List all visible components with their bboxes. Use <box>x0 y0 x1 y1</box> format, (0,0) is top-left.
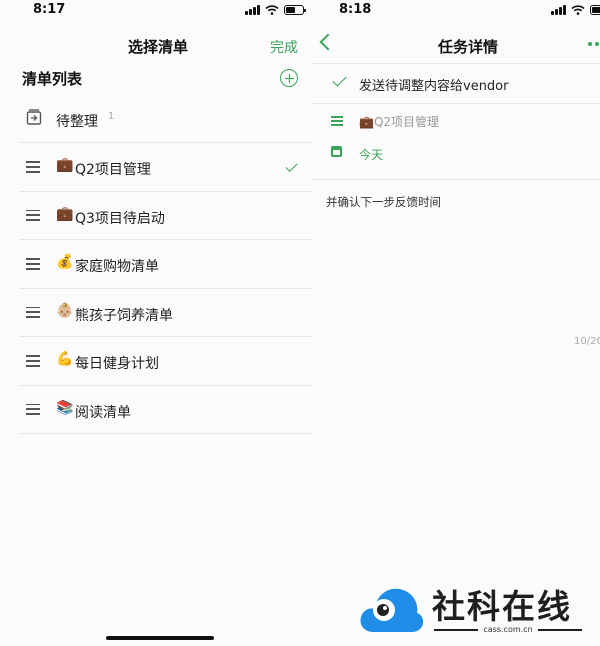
list-label: 家庭购物清单 <box>75 259 159 275</box>
battery-icon <box>284 5 306 15</box>
list-item[interactable]: 📚 阅读清单 <box>0 386 312 434</box>
list-collection: 💼 Q2项目管理 💼 Q3项目待启动 💰 家庭购物清单 👶🏼 熊孩子饲养清单 💪 <box>0 143 312 434</box>
status-icons <box>245 5 306 15</box>
watermark-text: 社科在线 <box>432 587 572 626</box>
more-icon[interactable] <box>588 42 599 46</box>
cloud-logo-icon <box>360 588 424 632</box>
divider <box>312 179 600 180</box>
battery-icon <box>590 5 600 15</box>
complete-checkbox[interactable] <box>332 72 347 87</box>
task-list-selector[interactable]: 💼Q2项目管理 <box>359 113 439 130</box>
task-note[interactable]: 并确认下一步反馈时间 <box>326 194 441 210</box>
inbox-icon <box>26 109 42 125</box>
watermark-subtext: cass.com.cn <box>483 625 533 634</box>
list-emoji: 💰 <box>56 254 74 270</box>
page-title: 任务详情 <box>438 38 499 56</box>
status-time: 8:17 <box>33 2 66 17</box>
home-indicator[interactable] <box>106 636 214 640</box>
drag-handle-icon[interactable] <box>26 161 40 173</box>
back-icon[interactable] <box>319 33 337 51</box>
list-emoji: 💼 <box>56 205 74 222</box>
list-picker-screen: 8:17 选择清单 完成 清单列表 待整理 1 💼 Q2项目管理 💼 Q3项目待… <box>0 0 312 646</box>
task-title[interactable]: 发送待调整内容给vendor <box>359 75 508 94</box>
list-item[interactable]: 💼 Q3项目待启动 <box>0 192 312 240</box>
checkmark-icon <box>285 159 298 173</box>
add-list-button[interactable] <box>280 69 298 87</box>
status-bar: 8:18 <box>312 0 600 22</box>
watermark-logo: 社科在线 cass.com.cn <box>352 576 588 642</box>
done-button[interactable]: 完成 <box>270 37 298 57</box>
list-emoji: 👶🏼 <box>56 302 74 319</box>
inbox-item[interactable]: 待整理 1 <box>0 96 312 142</box>
calendar-icon <box>331 146 342 157</box>
drag-handle-icon[interactable] <box>26 355 40 367</box>
status-time: 8:18 <box>339 2 372 17</box>
list-item[interactable]: 👶🏼 熊孩子饲养清单 <box>0 289 312 337</box>
task-due-date[interactable]: 今天 <box>359 146 383 163</box>
list-icon <box>331 116 343 126</box>
status-icons <box>551 5 600 15</box>
drag-handle-icon[interactable] <box>26 306 40 319</box>
list-label: Q2项目管理 <box>75 162 151 178</box>
divider <box>312 103 600 104</box>
signal-icon <box>245 5 260 15</box>
list-emoji: 💪 <box>56 351 74 367</box>
inbox-count: 1 <box>108 111 115 122</box>
wifi-icon <box>265 5 279 15</box>
watermark-subtext-row: cass.com.cn <box>434 625 582 634</box>
task-detail-screen: 8:18 任务详情 发送待调整内容给vendor 💼Q2项目管理 今天 并确认下… <box>312 0 600 646</box>
list-label: 阅读清单 <box>75 404 131 421</box>
drag-handle-icon[interactable] <box>26 403 40 416</box>
list-item[interactable]: 💰 家庭购物清单 <box>0 240 312 289</box>
drag-handle-icon[interactable] <box>26 209 40 222</box>
list-item[interactable]: 💪 每日健身计划 <box>0 337 312 386</box>
inbox-label: 待整理 <box>56 114 98 130</box>
list-label: Q3项目待启动 <box>75 210 165 227</box>
date-stamp: 10/20 <box>574 336 600 347</box>
divider <box>312 63 600 64</box>
list-label: 熊孩子饲养清单 <box>75 307 173 324</box>
list-emoji: 💼 <box>56 157 74 173</box>
list-emoji: 📚 <box>56 399 74 416</box>
drag-handle-icon[interactable] <box>26 258 40 270</box>
signal-icon <box>551 5 566 15</box>
section-title: 清单列表 <box>22 70 83 88</box>
wifi-icon <box>571 5 585 15</box>
page-title: 选择清单 <box>128 38 189 56</box>
list-item[interactable]: 💼 Q2项目管理 <box>0 143 312 192</box>
status-bar: 8:17 <box>0 0 312 22</box>
list-label: 每日健身计划 <box>75 356 159 372</box>
